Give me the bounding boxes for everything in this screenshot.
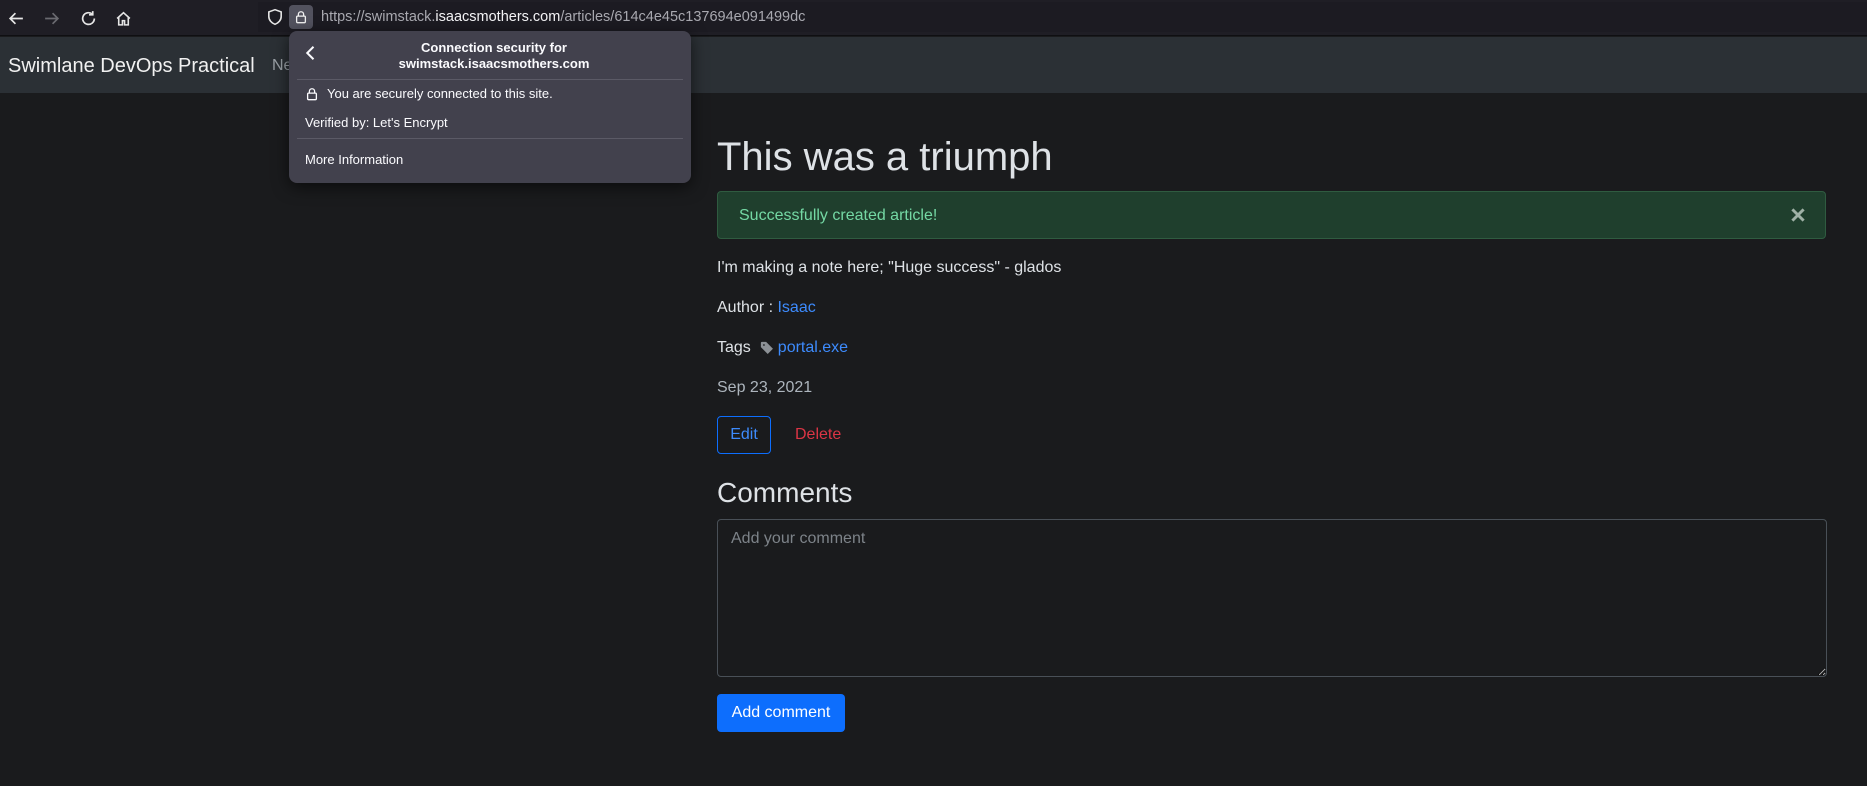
lock-icon [306, 87, 318, 100]
connection-security-popup: Connection security for swimstack.isaacs… [289, 31, 691, 183]
url-path: /articles/614c4e45c137694e091499dc [560, 9, 806, 25]
lock-icon[interactable] [289, 5, 313, 29]
verified-by: Verified by: Let's Encrypt [305, 115, 448, 130]
tag-link[interactable]: portal.exe [778, 339, 848, 357]
site-navbar: Swimlane DevOps Practical Ne [0, 37, 1867, 93]
comment-input[interactable] [717, 519, 1827, 677]
brand-link[interactable]: Swimlane DevOps Practical [8, 55, 255, 78]
reload-icon[interactable] [76, 6, 100, 30]
article-title: This was a triumph [717, 135, 1053, 179]
popup-divider [297, 79, 683, 80]
success-alert: Successfully created article! [717, 191, 1826, 239]
alert-message: Successfully created article! [739, 207, 938, 224]
popup-title: Connection security for swimstack.isaacs… [329, 40, 659, 72]
article-body: I'm making a note here; "Huge success" -… [717, 259, 1062, 276]
shield-icon[interactable] [266, 8, 284, 26]
tag-icon [760, 341, 774, 355]
forward-icon[interactable] [39, 6, 63, 30]
more-information-button[interactable]: More Information [305, 152, 403, 167]
popup-divider [297, 138, 683, 139]
article-date: Sep 23, 2021 [717, 379, 813, 396]
popup-title-line1: Connection security for [421, 40, 567, 55]
article-tags: Tags portal.exe [717, 339, 848, 357]
back-icon[interactable] [4, 6, 28, 30]
secure-text: You are securely connected to this site. [327, 86, 553, 101]
url-text[interactable]: https://swimstack.isaacsmothers.com/arti… [321, 9, 805, 25]
article-author: Author : Isaac [717, 299, 816, 317]
add-comment-button[interactable]: Add comment [717, 694, 845, 732]
author-link[interactable]: Isaac [777, 299, 815, 316]
comments-heading: Comments [717, 477, 853, 508]
delete-button[interactable]: Delete [783, 416, 853, 454]
url-bar[interactable]: https://swimstack.isaacsmothers.com/arti… [258, 2, 1867, 32]
browser-toolbar: https://swimstack.isaacsmothers.com/arti… [0, 0, 1867, 36]
author-label: Author : [717, 299, 778, 316]
chevron-left-icon[interactable] [301, 43, 321, 63]
edit-button[interactable]: Edit [717, 416, 771, 454]
secure-connection-row[interactable]: You are securely connected to this site. [305, 86, 553, 101]
url-host: isaacsmothers.com [435, 9, 561, 25]
tags-label: Tags [717, 339, 751, 356]
url-prefix: https://swimstack. [321, 9, 436, 25]
home-icon[interactable] [111, 6, 135, 30]
popup-title-line2: swimstack.isaacsmothers.com [398, 56, 590, 71]
close-icon[interactable] [1789, 206, 1807, 224]
